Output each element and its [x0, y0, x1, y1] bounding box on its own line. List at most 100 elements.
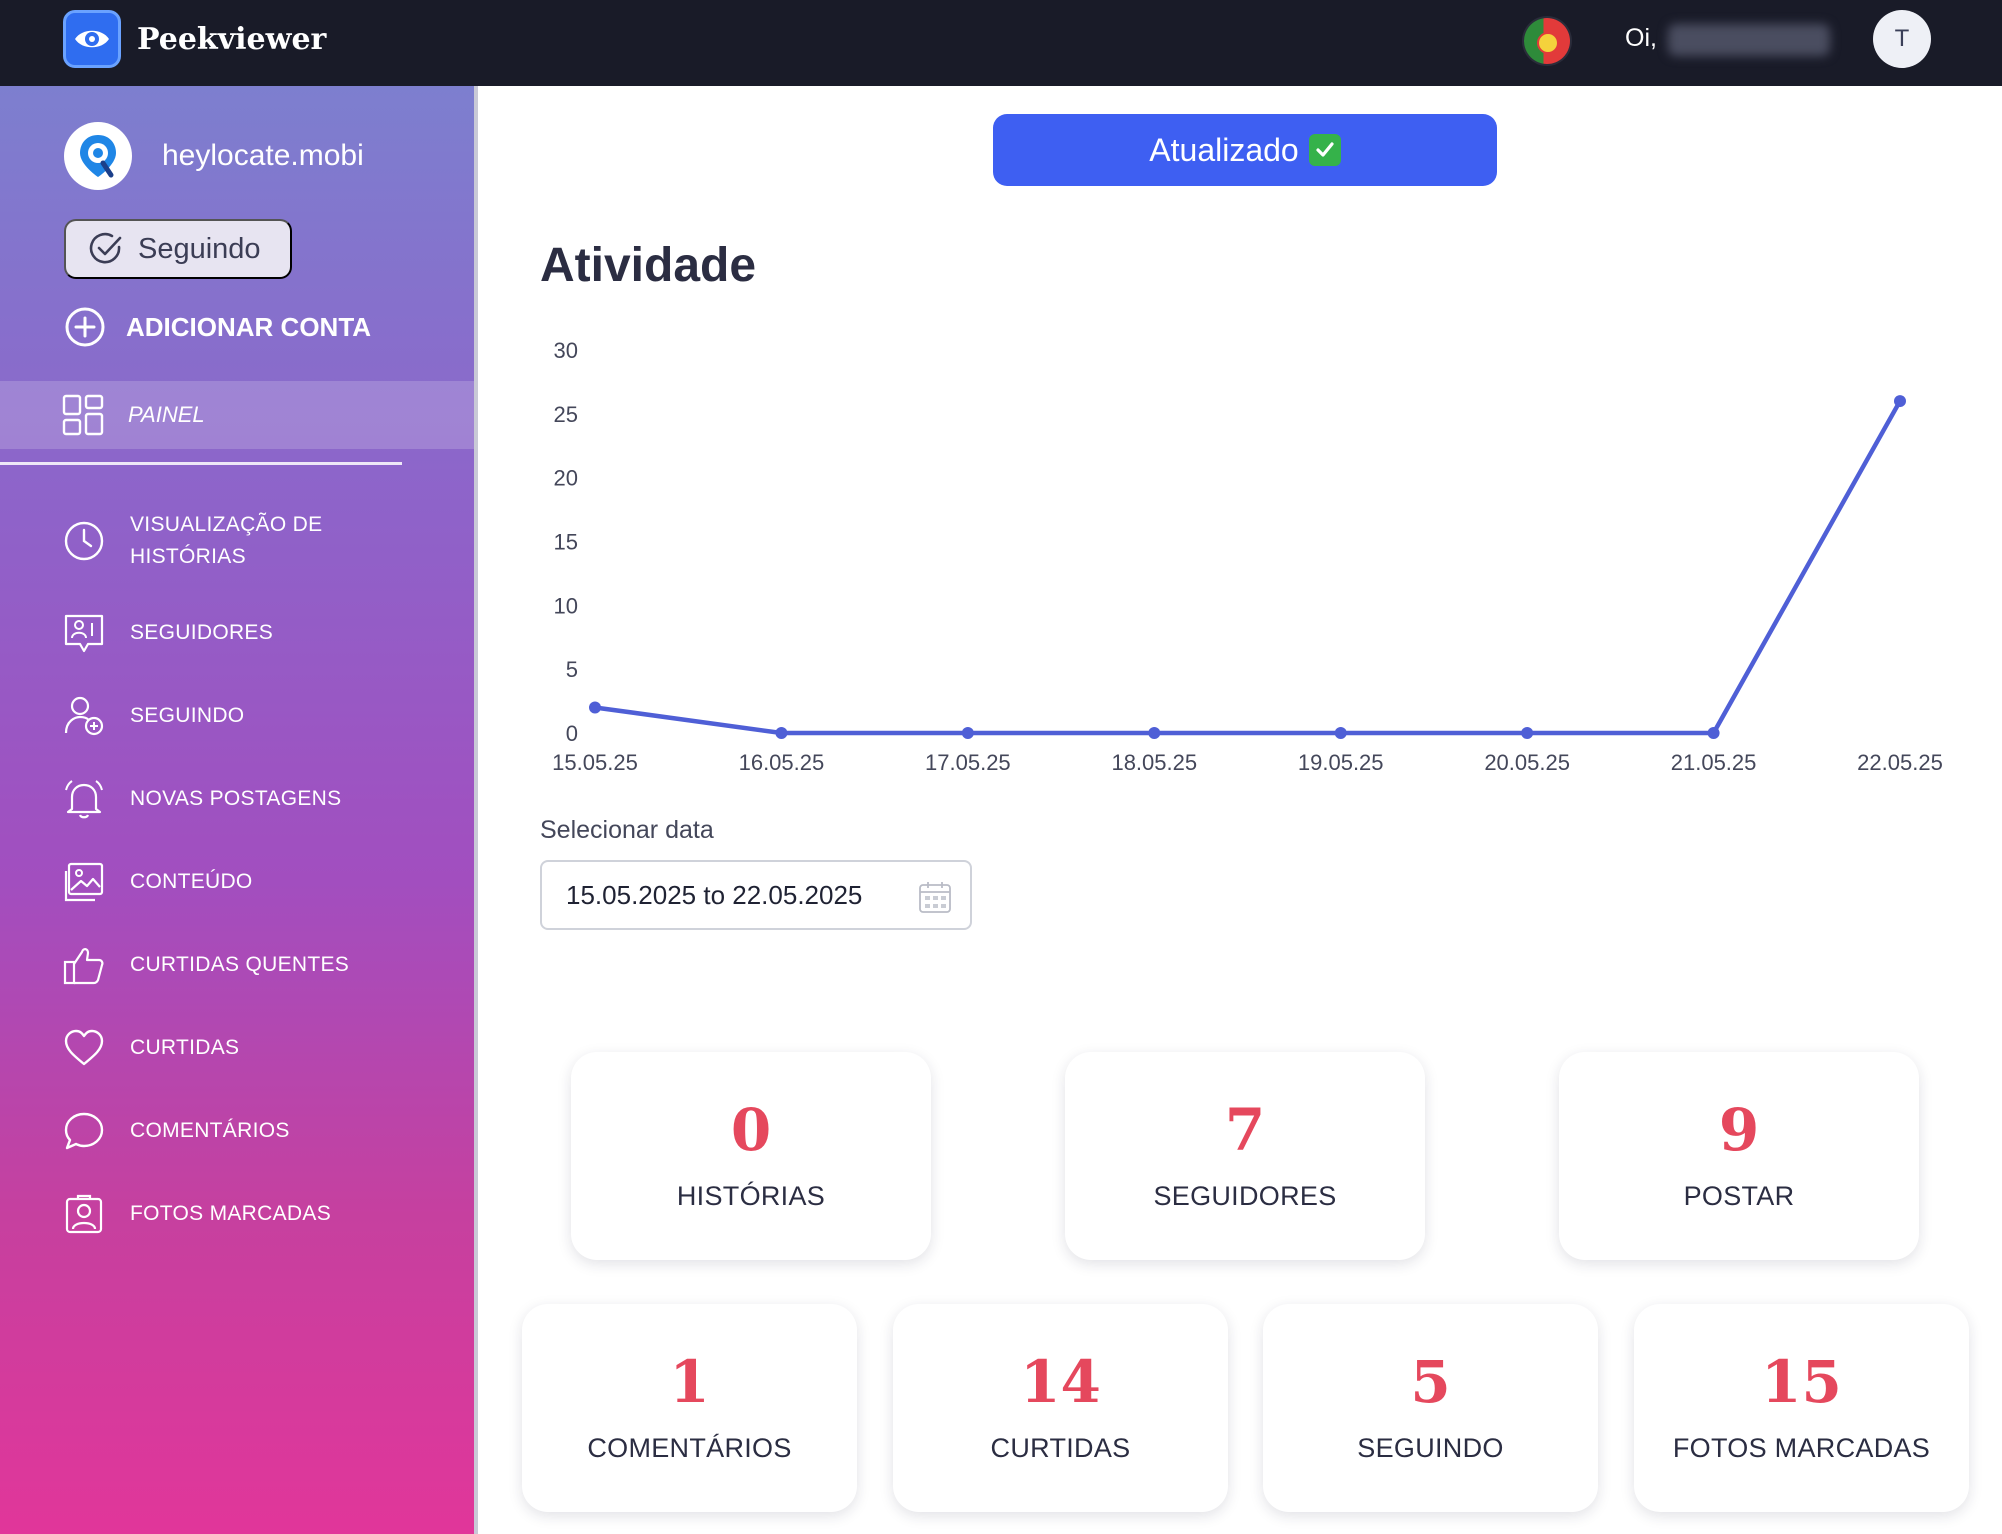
bell-icon — [62, 777, 106, 821]
stat-value: 5 — [1410, 1347, 1451, 1416]
y-tick-label: 10 — [554, 593, 578, 618]
sidebar-item-comentarios[interactable]: COMENTÁRIOS — [62, 1109, 290, 1153]
heart-icon — [62, 1026, 106, 1070]
stat-value: 0 — [730, 1095, 772, 1164]
stat-value: 14 — [1020, 1347, 1101, 1416]
stat-card-seguidores[interactable]: 7 SEGUIDORES — [1065, 1052, 1425, 1260]
x-tick-label: 17.05.25 — [925, 750, 1011, 775]
add-account-label: ADICIONAR CONTA — [126, 311, 372, 342]
updated-button[interactable]: Atualizado — [993, 114, 1497, 186]
stat-label: FOTOS MARCADAS — [1672, 1432, 1931, 1463]
sidebar-item-conteudo[interactable]: CONTEÚDO — [62, 860, 253, 904]
sidebar-divider — [0, 462, 402, 465]
stat-value: 9 — [1718, 1095, 1760, 1164]
y-tick-label: 5 — [566, 657, 578, 682]
y-tick-label: 15 — [554, 530, 578, 555]
stat-value: 1 — [669, 1347, 710, 1416]
sidebar-item-label: NOVAS POSTAGENS — [130, 787, 342, 810]
sidebar-item-visualizacao-historias[interactable]: VISUALIZAÇÃO DE HISTÓRIAS — [62, 509, 322, 573]
sidebar-item-novas-postagens[interactable]: NOVAS POSTAGENS — [62, 777, 341, 821]
stat-value: 7 — [1224, 1095, 1266, 1164]
date-range-value: 15.05.2025 to 22.05.2025 — [566, 879, 863, 910]
stat-value: 15 — [1761, 1347, 1842, 1416]
brand-name: Peekviewer — [137, 21, 327, 57]
stat-label: SEGUIDORES — [1153, 1180, 1337, 1211]
sidebar-item-label: VISUALIZAÇÃO DE HISTÓRIAS — [130, 513, 323, 568]
brand[interactable]: Peekviewer — [63, 10, 326, 68]
check-mark-icon — [1308, 134, 1341, 166]
stat-label: CURTIDAS — [990, 1432, 1131, 1463]
x-tick-label: 18.05.25 — [1111, 750, 1197, 775]
account-header[interactable]: heylocate.mobi — [64, 122, 364, 190]
y-tick-label: 25 — [554, 402, 578, 427]
followers-icon — [62, 611, 106, 655]
clock-icon — [62, 519, 106, 563]
sidebar-item-seguidores[interactable]: SEGUIDORES — [62, 611, 273, 655]
sidebar-item-label: CONTEÚDO — [130, 870, 253, 893]
eye-icon — [63, 10, 121, 68]
account-name: heylocate.mobi — [162, 139, 364, 172]
sidebar-item-label: CURTIDAS — [130, 1036, 240, 1059]
user-avatar[interactable]: T — [1873, 10, 1931, 68]
sidebar-item-label: CURTIDAS QUENTES — [130, 953, 350, 976]
top-bar: Peekviewer Oi, usuario T — [0, 0, 2002, 86]
stat-label: HISTÓRIAS — [676, 1180, 826, 1211]
stat-card-seguindo[interactable]: 5 SEGUINDO — [1263, 1304, 1598, 1512]
sidebar-item-curtidas-quentes[interactable]: CURTIDAS QUENTES — [62, 943, 349, 987]
following-button[interactable]: Seguindo — [64, 219, 292, 279]
data-point — [1894, 395, 1906, 408]
activity-title: Atividade — [540, 239, 757, 292]
stat-card-historias[interactable]: 0 HISTÓRIAS — [571, 1052, 931, 1260]
stat-label: POSTAR — [1683, 1180, 1795, 1211]
dashboard-icon — [62, 394, 104, 436]
stat-card-curtidas[interactable]: 14 CURTIDAS — [893, 1304, 1228, 1512]
y-tick-label: 30 — [554, 338, 578, 363]
sidebar-item-label: SEGUIDORES — [130, 621, 274, 644]
add-account-link[interactable]: ADICIONAR CONTA — [64, 306, 371, 348]
user-name-blurred: usuario — [1668, 24, 1830, 56]
stat-card-postar[interactable]: 9 POSTAR — [1559, 1052, 1919, 1260]
sidebar-item-painel[interactable]: PAINEL — [0, 381, 474, 449]
stat-card-fotos-marcadas[interactable]: 15 FOTOS MARCADAS — [1634, 1304, 1969, 1512]
sidebar-item-curtidas[interactable]: CURTIDAS — [62, 1026, 239, 1070]
sidebar: heylocate.mobi Seguindo ADICIONAR CONTA … — [0, 86, 478, 1534]
x-tick-label: 20.05.25 — [1484, 750, 1570, 775]
calendar-icon — [919, 882, 951, 913]
add-user-icon — [62, 694, 106, 738]
data-point — [1334, 727, 1347, 739]
data-point — [589, 701, 601, 714]
data-point — [1707, 727, 1720, 739]
sidebar-item-label: COMENTÁRIOS — [130, 1119, 290, 1142]
tagged-photo-icon — [62, 1192, 106, 1236]
date-range-input[interactable]: 15.05.2025 to 22.05.2025 — [540, 860, 972, 930]
y-tick-label: 0 — [566, 721, 578, 746]
x-tick-label: 21.05.25 — [1671, 750, 1757, 775]
plus-circle-icon — [65, 307, 105, 347]
sidebar-item-label: FOTOS MARCADAS — [130, 1202, 332, 1225]
stat-card-comentarios[interactable]: 1 COMENTÁRIOS — [522, 1304, 857, 1512]
data-point — [1521, 727, 1534, 739]
x-tick-label: 16.05.25 — [739, 750, 825, 775]
thumbs-up-icon — [62, 943, 106, 987]
x-tick-label: 15.05.25 — [552, 750, 638, 775]
x-tick-label: 19.05.25 — [1298, 750, 1384, 775]
data-point — [775, 727, 788, 739]
stat-label: SEGUINDO — [1357, 1432, 1504, 1463]
sidebar-item-seguindo[interactable]: SEGUINDO — [62, 694, 244, 738]
sidebar-item-label: PAINEL — [128, 402, 205, 427]
sidebar-item-label: SEGUINDO — [130, 704, 245, 727]
y-tick-label: 20 — [554, 466, 578, 491]
date-range-label: Selecionar data — [540, 816, 714, 844]
following-button-label: Seguindo — [138, 232, 261, 265]
updated-button-label: Atualizado — [1149, 131, 1299, 168]
activity-line-chart: 0 5 10 15 20 25 30 15.05.25 16.05.25 17.05.25 18.0… — [552, 338, 1943, 775]
sidebar-item-fotos-marcadas[interactable]: FOTOS MARCADAS — [62, 1192, 331, 1236]
series-line — [594, 399, 1902, 736]
data-point — [1148, 727, 1161, 739]
x-tick-label: 22.05.25 — [1857, 750, 1943, 775]
comment-icon — [62, 1109, 106, 1153]
language-flag-icon[interactable] — [1524, 18, 1570, 64]
stat-label: COMENTÁRIOS — [587, 1432, 792, 1463]
data-point — [961, 727, 974, 739]
image-icon — [62, 860, 106, 904]
